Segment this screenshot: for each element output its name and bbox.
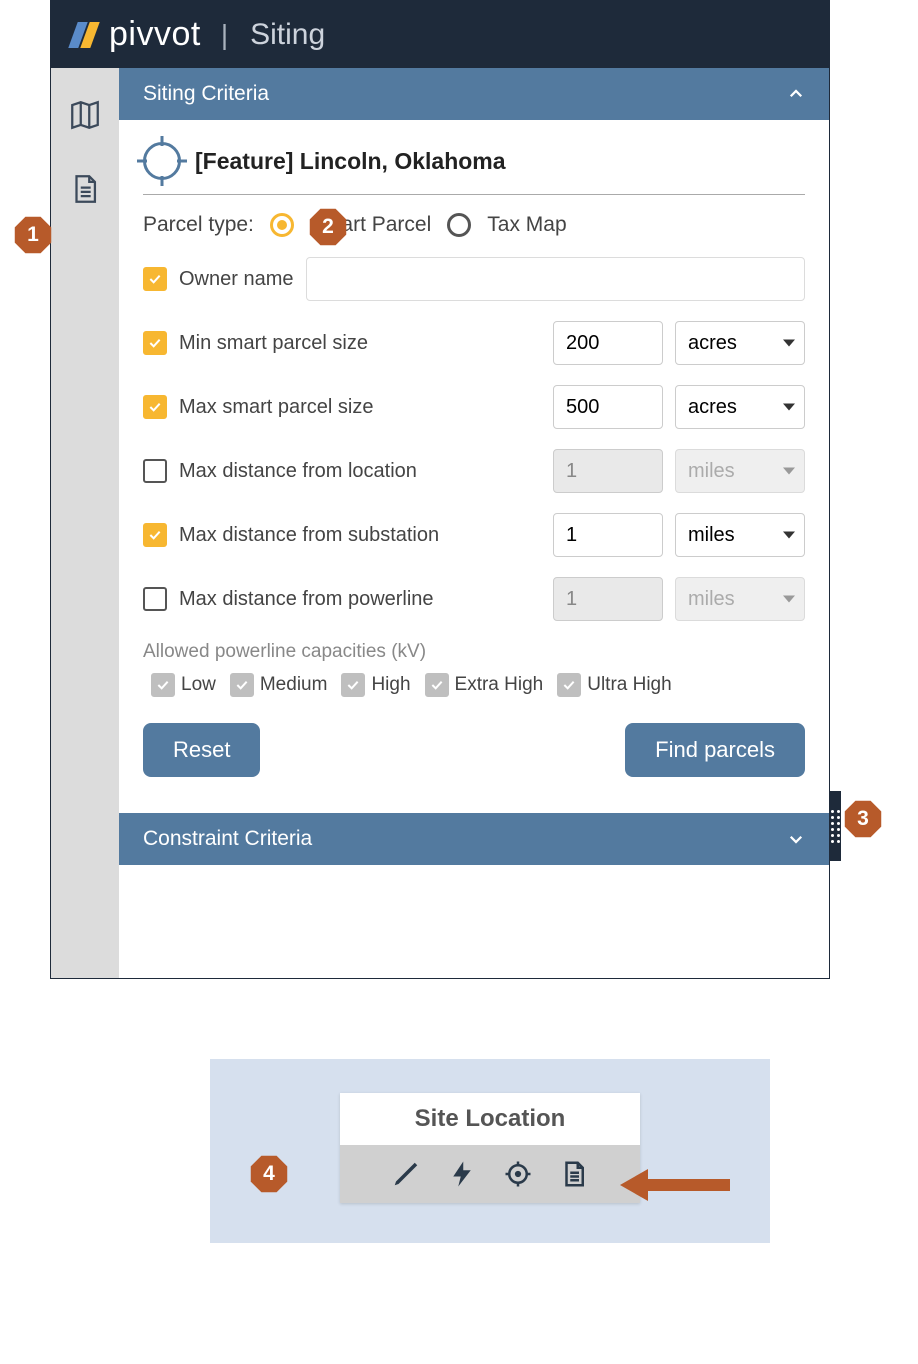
brand-section: Siting bbox=[250, 18, 325, 52]
target-icon[interactable] bbox=[503, 1159, 533, 1189]
dist-sub-unit[interactable]: miles bbox=[675, 513, 805, 557]
main-panel: Siting Criteria 2 [Feature] Lincoln, Okl… bbox=[119, 68, 829, 978]
min-size-label: Min smart parcel size bbox=[179, 332, 368, 355]
radio-smart-parcel[interactable] bbox=[270, 213, 294, 237]
checkbox-min-size[interactable] bbox=[143, 331, 167, 355]
reset-button[interactable]: Reset bbox=[143, 723, 260, 777]
cap-ultra-label: Ultra High bbox=[587, 674, 671, 696]
max-size-row: Max smart parcel size acres bbox=[143, 385, 805, 429]
callout-badge-4: 4 bbox=[250, 1155, 288, 1193]
min-size-unit[interactable]: acres bbox=[675, 321, 805, 365]
checkbox-owner-name[interactable] bbox=[143, 267, 167, 291]
brand-divider: | bbox=[221, 19, 228, 51]
checkbox-cap-ultra[interactable] bbox=[557, 673, 581, 697]
radio-tax-map[interactable] bbox=[447, 213, 471, 237]
capacities-label: Allowed powerline capacities (kV) bbox=[143, 641, 805, 663]
siting-criteria-header[interactable]: Siting Criteria bbox=[119, 68, 829, 120]
checkbox-cap-medium[interactable] bbox=[230, 673, 254, 697]
map-icon[interactable] bbox=[68, 98, 102, 132]
dist-sub-label: Max distance from substation bbox=[179, 524, 439, 547]
report-document-icon[interactable] bbox=[559, 1159, 589, 1189]
dist-sub-row: Max distance from substation miles bbox=[143, 513, 805, 557]
chevron-down-icon bbox=[787, 830, 805, 848]
checkbox-max-size[interactable] bbox=[143, 395, 167, 419]
dist-power-input bbox=[553, 577, 663, 621]
siting-panel-body: 2 [Feature] Lincoln, Oklahoma Parcel typ… bbox=[119, 120, 829, 809]
min-size-input[interactable] bbox=[553, 321, 663, 365]
chevron-up-icon bbox=[787, 85, 805, 103]
dist-location-row: Max distance from location miles bbox=[143, 449, 805, 493]
panel-resize-handle[interactable] bbox=[829, 791, 841, 861]
pencil-icon[interactable] bbox=[391, 1159, 421, 1189]
checkbox-cap-high[interactable] bbox=[341, 673, 365, 697]
min-size-row: Min smart parcel size acres bbox=[143, 321, 805, 365]
cap-extra-label: Extra High bbox=[455, 674, 544, 696]
feature-row: [Feature] Lincoln, Oklahoma bbox=[143, 142, 805, 195]
capacities-row: Low Medium High Extra High Ultra High bbox=[151, 673, 805, 697]
parcel-type-label: Parcel type: bbox=[143, 213, 254, 237]
bolt-icon[interactable] bbox=[447, 1159, 477, 1189]
dist-power-label: Max distance from powerline bbox=[179, 588, 434, 611]
owner-name-row: Owner name bbox=[143, 257, 805, 301]
document-icon[interactable] bbox=[68, 172, 102, 206]
checkbox-cap-low[interactable] bbox=[151, 673, 175, 697]
crosshair-icon bbox=[143, 142, 181, 180]
siting-criteria-title: Siting Criteria bbox=[143, 82, 269, 106]
cap-low-label: Low bbox=[181, 674, 216, 696]
dist-power-row: Max distance from powerline miles bbox=[143, 577, 805, 621]
callout-badge-3: 3 bbox=[844, 800, 882, 838]
owner-name-label: Owner name bbox=[179, 268, 294, 291]
max-size-label: Max smart parcel size bbox=[179, 396, 374, 419]
find-parcels-button[interactable]: Find parcels bbox=[625, 723, 805, 777]
app-frame: pivvot | Siting Siting Criteria bbox=[50, 0, 830, 979]
dist-location-label: Max distance from location bbox=[179, 460, 417, 483]
cap-medium-label: Medium bbox=[260, 674, 328, 696]
dist-location-unit: miles bbox=[675, 449, 805, 493]
callout-badge-1: 1 bbox=[14, 216, 52, 254]
dist-sub-input[interactable] bbox=[553, 513, 663, 557]
cap-high-label: High bbox=[371, 674, 410, 696]
app-header: pivvot | Siting bbox=[51, 1, 829, 68]
brand-name: pivvot bbox=[109, 15, 201, 54]
sidebar-rail bbox=[51, 68, 119, 978]
dist-power-unit: miles bbox=[675, 577, 805, 621]
parcel-type-row: Parcel type: Smart Parcel Tax Map bbox=[143, 213, 805, 237]
radio-tax-map-label: Tax Map bbox=[487, 213, 566, 237]
max-size-unit[interactable]: acres bbox=[675, 385, 805, 429]
checkbox-cap-extra[interactable] bbox=[425, 673, 449, 697]
site-location-title: Site Location bbox=[340, 1093, 640, 1145]
constraint-criteria-title: Constraint Criteria bbox=[143, 827, 312, 851]
max-size-input[interactable] bbox=[553, 385, 663, 429]
checkbox-dist-sub[interactable] bbox=[143, 523, 167, 547]
feature-title: [Feature] Lincoln, Oklahoma bbox=[195, 148, 506, 175]
site-location-toolbar bbox=[340, 1145, 640, 1203]
dist-location-input bbox=[553, 449, 663, 493]
site-location-card: 4 Site Location bbox=[210, 1059, 770, 1243]
checkbox-dist-location[interactable] bbox=[143, 459, 167, 483]
checkbox-dist-power[interactable] bbox=[143, 587, 167, 611]
arrow-pointer-icon bbox=[620, 1173, 730, 1197]
owner-name-input[interactable] bbox=[306, 257, 806, 301]
site-location-box: Site Location bbox=[340, 1093, 640, 1203]
constraint-criteria-header[interactable]: Constraint Criteria bbox=[119, 813, 829, 865]
logo-icon bbox=[73, 22, 95, 48]
